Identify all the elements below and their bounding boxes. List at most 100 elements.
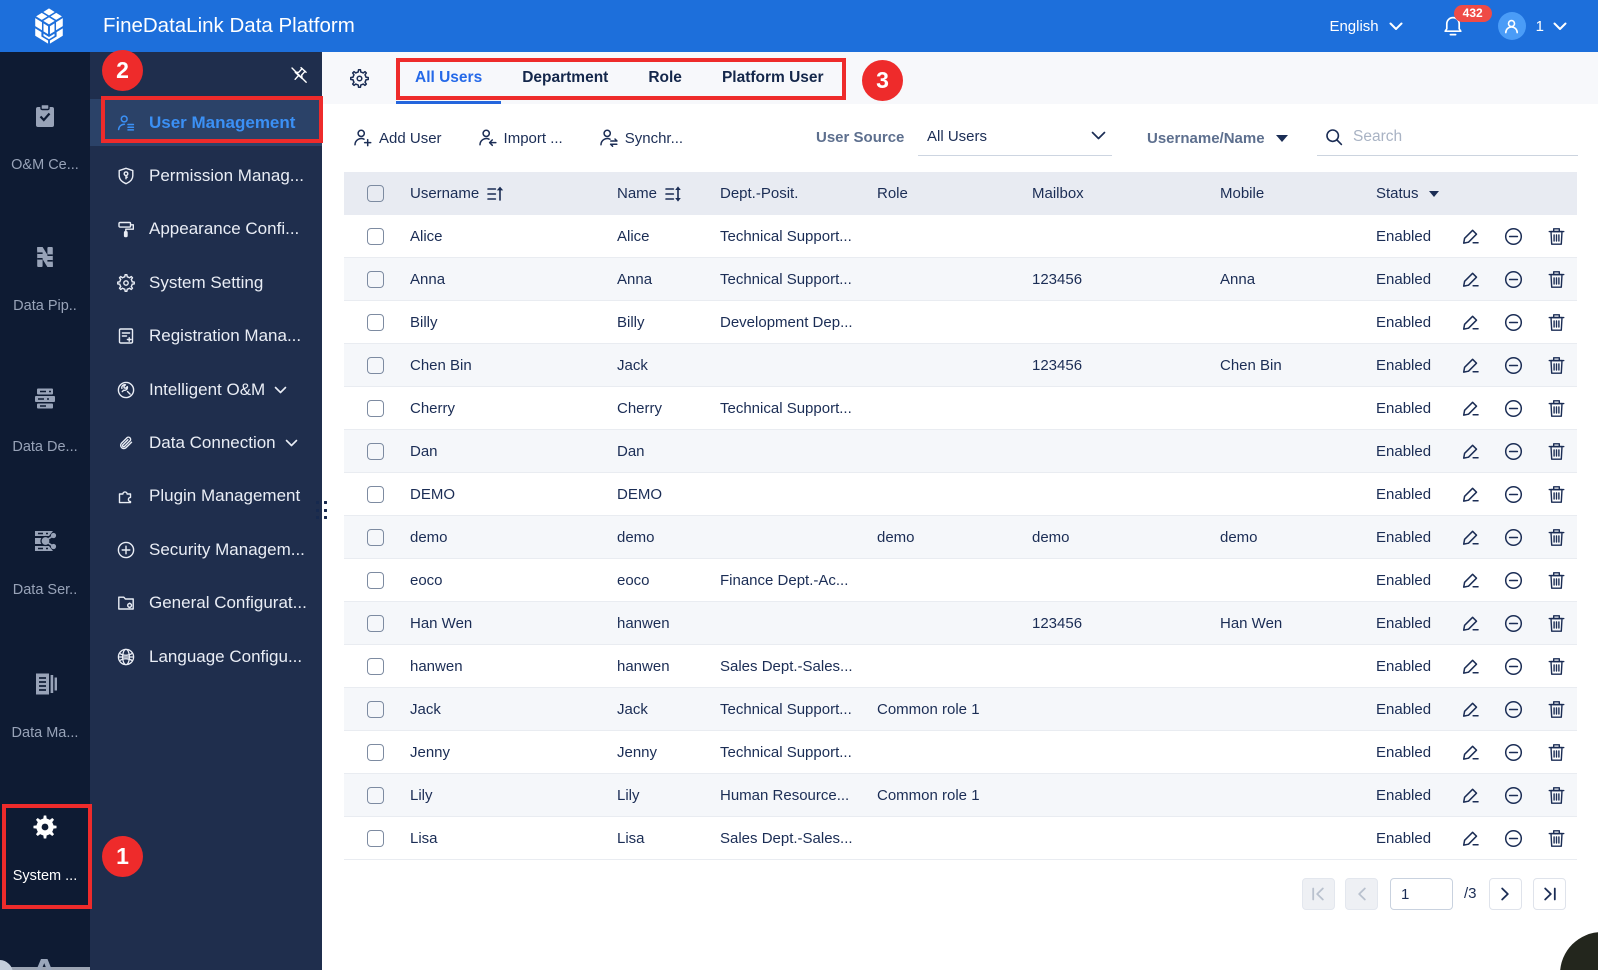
edit-icon[interactable] (1461, 657, 1480, 676)
sidebar-item-intelligent-om[interactable]: Intelligent O&M (90, 363, 322, 416)
disable-icon[interactable] (1504, 571, 1523, 590)
delete-icon[interactable] (1547, 528, 1566, 547)
sidebar-item-appearance-configuration[interactable]: Appearance Confi... (90, 203, 322, 256)
disable-icon[interactable] (1504, 485, 1523, 504)
disable-icon[interactable] (1504, 399, 1523, 418)
unpin-icon[interactable] (289, 65, 309, 85)
sidebar-item-system-setting[interactable]: System Setting (90, 256, 322, 309)
row-checkbox[interactable] (367, 571, 384, 589)
row-checkbox[interactable] (367, 356, 384, 374)
delete-icon[interactable] (1547, 700, 1566, 719)
notification-bell-button[interactable]: 432 (1443, 5, 1492, 37)
disable-icon[interactable] (1504, 614, 1523, 633)
edit-icon[interactable] (1461, 571, 1480, 590)
disable-icon[interactable] (1504, 528, 1523, 547)
col-header-username[interactable]: Username (410, 185, 479, 202)
tab-settings-gear-icon[interactable] (350, 69, 369, 88)
previous-page-button[interactable] (1345, 878, 1378, 910)
rail-item-data-pipeline[interactable]: Data Pip.. (0, 244, 90, 315)
tab-department[interactable]: Department (503, 52, 627, 104)
sidebar-item-data-connection[interactable]: Data Connection (90, 416, 322, 469)
delete-icon[interactable] (1547, 270, 1566, 289)
delete-icon[interactable] (1547, 356, 1566, 375)
disable-icon[interactable] (1504, 313, 1523, 332)
search-field-selector[interactable]: Username/Name (1147, 104, 1288, 172)
row-checkbox[interactable] (367, 743, 384, 761)
col-header-name[interactable]: Name (617, 185, 657, 202)
status-filter-icon[interactable] (1428, 190, 1439, 197)
sort-both-icon[interactable] (665, 185, 682, 202)
edit-icon[interactable] (1461, 700, 1480, 719)
delete-icon[interactable] (1547, 743, 1566, 762)
row-checkbox[interactable] (367, 786, 384, 804)
rail-item-om-center[interactable]: O&M Ce... (0, 103, 90, 174)
row-checkbox[interactable] (367, 700, 384, 718)
row-checkbox[interactable] (367, 485, 384, 503)
sidebar-item-permission-management[interactable]: Permission Manag... (90, 149, 322, 202)
row-checkbox[interactable] (367, 313, 384, 331)
disable-icon[interactable] (1504, 829, 1523, 848)
edit-icon[interactable] (1461, 614, 1480, 633)
page-number-input[interactable] (1390, 878, 1453, 910)
edit-icon[interactable] (1461, 270, 1480, 289)
add-user-button[interactable]: Add User (353, 128, 442, 148)
rail-item-data-development[interactable]: Data De... (0, 385, 90, 456)
disable-icon[interactable] (1504, 700, 1523, 719)
edit-icon[interactable] (1461, 485, 1480, 504)
search-input[interactable] (1353, 122, 1571, 152)
edit-icon[interactable] (1461, 227, 1480, 246)
next-page-button[interactable] (1489, 878, 1522, 910)
language-selector[interactable]: English (1329, 18, 1403, 35)
rail-item-data-management[interactable]: Data Ma... (0, 671, 90, 742)
row-checkbox[interactable] (367, 442, 384, 460)
import-users-button[interactable]: Import ... (478, 128, 563, 148)
sidebar-resize-handle[interactable] (316, 501, 332, 522)
disable-icon[interactable] (1504, 356, 1523, 375)
row-checkbox[interactable] (367, 528, 384, 546)
delete-icon[interactable] (1547, 313, 1566, 332)
avatar[interactable] (1497, 12, 1526, 40)
edit-icon[interactable] (1461, 743, 1480, 762)
edit-icon[interactable] (1461, 528, 1480, 547)
disable-icon[interactable] (1504, 270, 1523, 289)
row-checkbox[interactable] (367, 227, 384, 245)
edit-icon[interactable] (1461, 356, 1480, 375)
edit-icon[interactable] (1461, 313, 1480, 332)
delete-icon[interactable] (1547, 399, 1566, 418)
disable-icon[interactable] (1504, 786, 1523, 805)
chevron-down-icon[interactable] (1553, 22, 1567, 31)
disable-icon[interactable] (1504, 657, 1523, 676)
edit-icon[interactable] (1461, 786, 1480, 805)
row-checkbox[interactable] (367, 657, 384, 675)
sidebar-item-registration-management[interactable]: Registration Mana... (90, 310, 322, 363)
tab-all-users[interactable]: All Users (396, 52, 502, 104)
delete-icon[interactable] (1547, 227, 1566, 246)
synchronize-users-button[interactable]: Synchr... (599, 128, 683, 148)
delete-icon[interactable] (1547, 786, 1566, 805)
last-page-button[interactable] (1533, 878, 1566, 910)
disable-icon[interactable] (1504, 743, 1523, 762)
disable-icon[interactable] (1504, 227, 1523, 246)
tab-platform-user[interactable]: Platform User (703, 52, 843, 104)
row-checkbox[interactable] (367, 829, 384, 847)
sort-ascending-icon[interactable] (487, 186, 504, 202)
disable-icon[interactable] (1504, 442, 1523, 461)
edit-icon[interactable] (1461, 399, 1480, 418)
delete-icon[interactable] (1547, 571, 1566, 590)
edit-icon[interactable] (1461, 442, 1480, 461)
delete-icon[interactable] (1547, 614, 1566, 633)
first-page-button[interactable] (1302, 878, 1335, 910)
delete-icon[interactable] (1547, 485, 1566, 504)
row-checkbox[interactable] (367, 399, 384, 417)
delete-icon[interactable] (1547, 657, 1566, 676)
edit-icon[interactable] (1461, 829, 1480, 848)
delete-icon[interactable] (1547, 829, 1566, 848)
row-checkbox[interactable] (367, 614, 384, 632)
row-checkbox[interactable] (367, 270, 384, 288)
tab-role[interactable]: Role (629, 52, 701, 104)
sidebar-item-plugin-management[interactable]: Plugin Management (90, 470, 322, 523)
sidebar-item-user-management[interactable]: User Management (90, 96, 322, 149)
delete-icon[interactable] (1547, 442, 1566, 461)
sidebar-item-language-configuration[interactable]: Language Configu... (90, 630, 322, 683)
sidebar-item-security-management[interactable]: Security Managem... (90, 523, 322, 576)
